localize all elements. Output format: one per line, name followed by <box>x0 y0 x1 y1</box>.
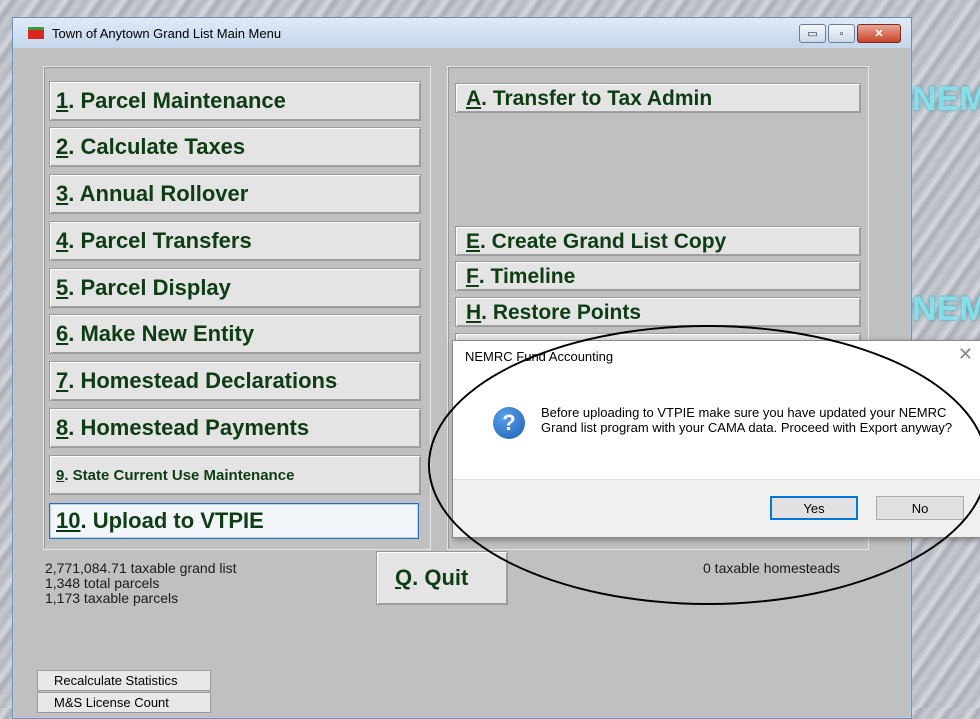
hotkey: 8 <box>56 415 69 440</box>
transfer-to-tax-admin-button[interactable]: A. Transfer to Tax Admin <box>455 83 861 113</box>
hotkey: 5 <box>56 275 69 300</box>
hotkey: 4 <box>56 228 69 253</box>
taxable-homesteads: 0 taxable homesteads <box>703 560 840 576</box>
dialog-title: NEMRC Fund Accounting <box>465 349 614 364</box>
desktop-watermark: NEM <box>912 290 980 328</box>
hotkey: 1 <box>56 88 69 113</box>
minimize-button[interactable]: ▭ <box>799 24 826 43</box>
taxable-grand-list: 2,771,084.71 taxable grand list <box>45 560 237 576</box>
question-icon: ? <box>493 407 525 439</box>
hotkey: F <box>466 264 479 288</box>
hotkey: 10 <box>56 508 81 533</box>
dialog-message: Before uploading to VTPIE make sure you … <box>541 405 953 435</box>
dialog-footer: Yes No <box>453 479 980 537</box>
button-label: . Homestead Payments <box>68 415 310 440</box>
confirm-dialog: NEMRC Fund Accounting ✕ ? Before uploadi… <box>452 340 980 538</box>
hotkey: 2 <box>56 134 69 159</box>
annual-rollover-button[interactable]: 3. Annual Rollover <box>49 174 421 214</box>
button-label: . Calculate Taxes <box>68 134 246 159</box>
total-parcels: 1,348 total parcels <box>45 575 160 591</box>
yes-button[interactable]: Yes <box>770 496 858 520</box>
hotkey: E <box>466 229 481 253</box>
button-label: . Create Grand List Copy <box>480 229 727 253</box>
recalculate-statistics-button[interactable]: Recalculate Statistics <box>37 670 211 691</box>
app-icon <box>28 27 44 39</box>
calculate-taxes-button[interactable]: 2. Calculate Taxes <box>49 127 421 167</box>
homestead-payments-button[interactable]: 8. Homestead Payments <box>49 408 421 448</box>
hotkey: 6 <box>56 321 69 346</box>
close-button[interactable]: ✕ <box>857 24 901 43</box>
button-label: . Quit <box>412 565 469 590</box>
restore-points-button[interactable]: H. Restore Points <box>455 297 861 327</box>
make-new-entity-button[interactable]: 6. Make New Entity <box>49 314 421 354</box>
button-label: . Make New Entity <box>68 321 255 346</box>
button-label: . Parcel Maintenance <box>68 88 286 113</box>
button-label: . Annual Rollover <box>68 181 249 206</box>
homestead-declarations-button[interactable]: 7. Homestead Declarations <box>49 361 421 401</box>
window-title: Town of Anytown Grand List Main Menu <box>52 25 282 41</box>
timeline-button[interactable]: F. Timeline <box>455 261 861 291</box>
upload-to-vtpie-button[interactable]: 10. Upload to VTPIE <box>49 503 419 539</box>
button-label: . Parcel Display <box>68 275 231 300</box>
hotkey: A <box>466 86 482 110</box>
no-button[interactable]: No <box>876 496 964 520</box>
button-label: . Homestead Declarations <box>68 368 338 393</box>
license-count-button[interactable]: M&S License Count <box>37 692 211 713</box>
desktop-watermark: NEM <box>912 80 980 118</box>
statistics-panel: 2,771,084.71 taxable grand list 1,348 to… <box>45 561 236 606</box>
title-bar[interactable]: Town of Anytown Grand List Main Menu ▭ ▫… <box>13 18 911 48</box>
hotkey: 3 <box>56 181 69 206</box>
maximize-button[interactable]: ▫ <box>828 24 855 43</box>
button-label: . Restore Points <box>481 300 642 324</box>
hotkey: Q <box>395 565 413 590</box>
create-grand-list-copy-button[interactable]: E. Create Grand List Copy <box>455 226 861 256</box>
taxable-parcels: 1,173 taxable parcels <box>45 590 179 606</box>
dialog-close-icon[interactable]: ✕ <box>958 344 973 365</box>
parcel-transfers-button[interactable]: 4. Parcel Transfers <box>49 221 421 261</box>
parcel-display-button[interactable]: 5. Parcel Display <box>49 268 421 308</box>
state-current-use-button[interactable]: 9. State Current Use Maintenance <box>49 455 421 495</box>
hotkey: H <box>466 300 482 324</box>
button-label: . Timeline <box>478 264 576 288</box>
hotkey: 7 <box>56 368 69 393</box>
button-label: . Upload to VTPIE <box>80 508 264 533</box>
parcel-maintenance-button[interactable]: 1. Parcel Maintenance <box>49 81 421 121</box>
hotkey: 9 <box>56 466 65 484</box>
quit-button[interactable]: Q. Quit <box>376 551 508 605</box>
button-label: . Parcel Transfers <box>68 228 252 253</box>
button-label: . State Current Use Maintenance <box>64 466 295 484</box>
button-label: . Transfer to Tax Admin <box>481 86 713 110</box>
